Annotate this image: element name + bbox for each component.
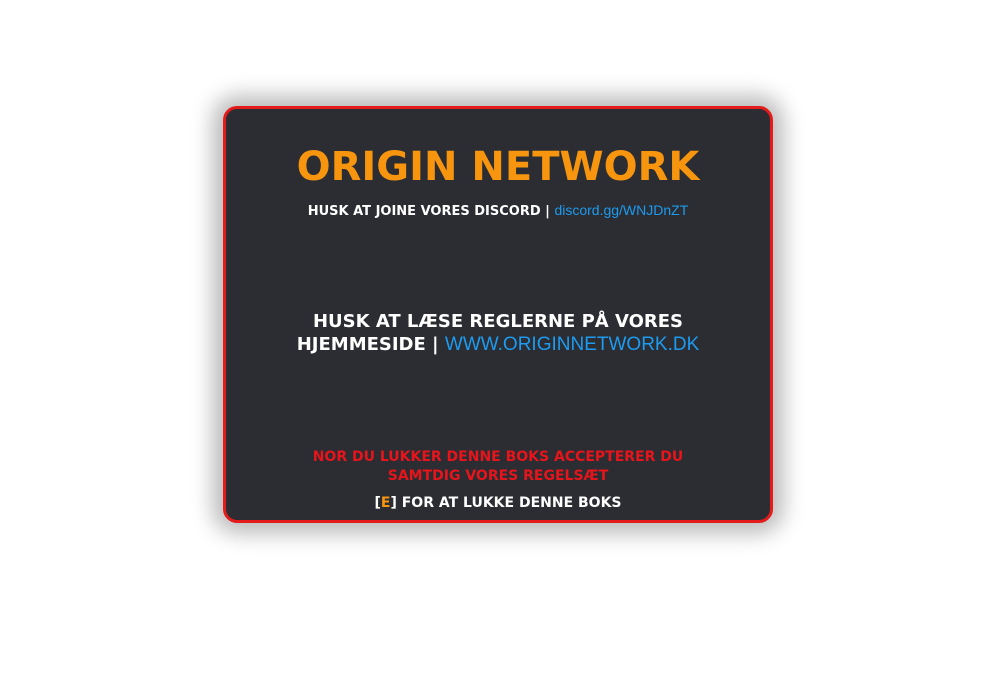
website-link[interactable]: WWW.ORIGINNETWORK.DK <box>445 334 699 355</box>
accept-notice: NOR DU LUKKER DENNE BOKS ACCEPTERER DU S… <box>312 449 684 484</box>
rules-dialog: ORIGIN NETWORK HUSK AT JOINE VORES DISCO… <box>223 106 773 523</box>
discord-link[interactable]: discord.gg/WNJDnZT <box>554 202 688 218</box>
discord-text: HUSK AT JOINE VORES DISCORD | <box>307 204 555 219</box>
close-hint: [E] FOR AT LUKKE DENNE BOKS <box>226 494 770 512</box>
close-hint-text: FOR AT LUKKE DENNE BOKS <box>396 495 622 511</box>
discord-line: HUSK AT JOINE VORES DISCORD | discord.gg… <box>226 201 770 221</box>
rules-line: HUSK AT LÆSE REGLERNE PÅ VORES HJEMMESID… <box>286 310 710 356</box>
dialog-title: ORIGIN NETWORK <box>296 144 700 190</box>
